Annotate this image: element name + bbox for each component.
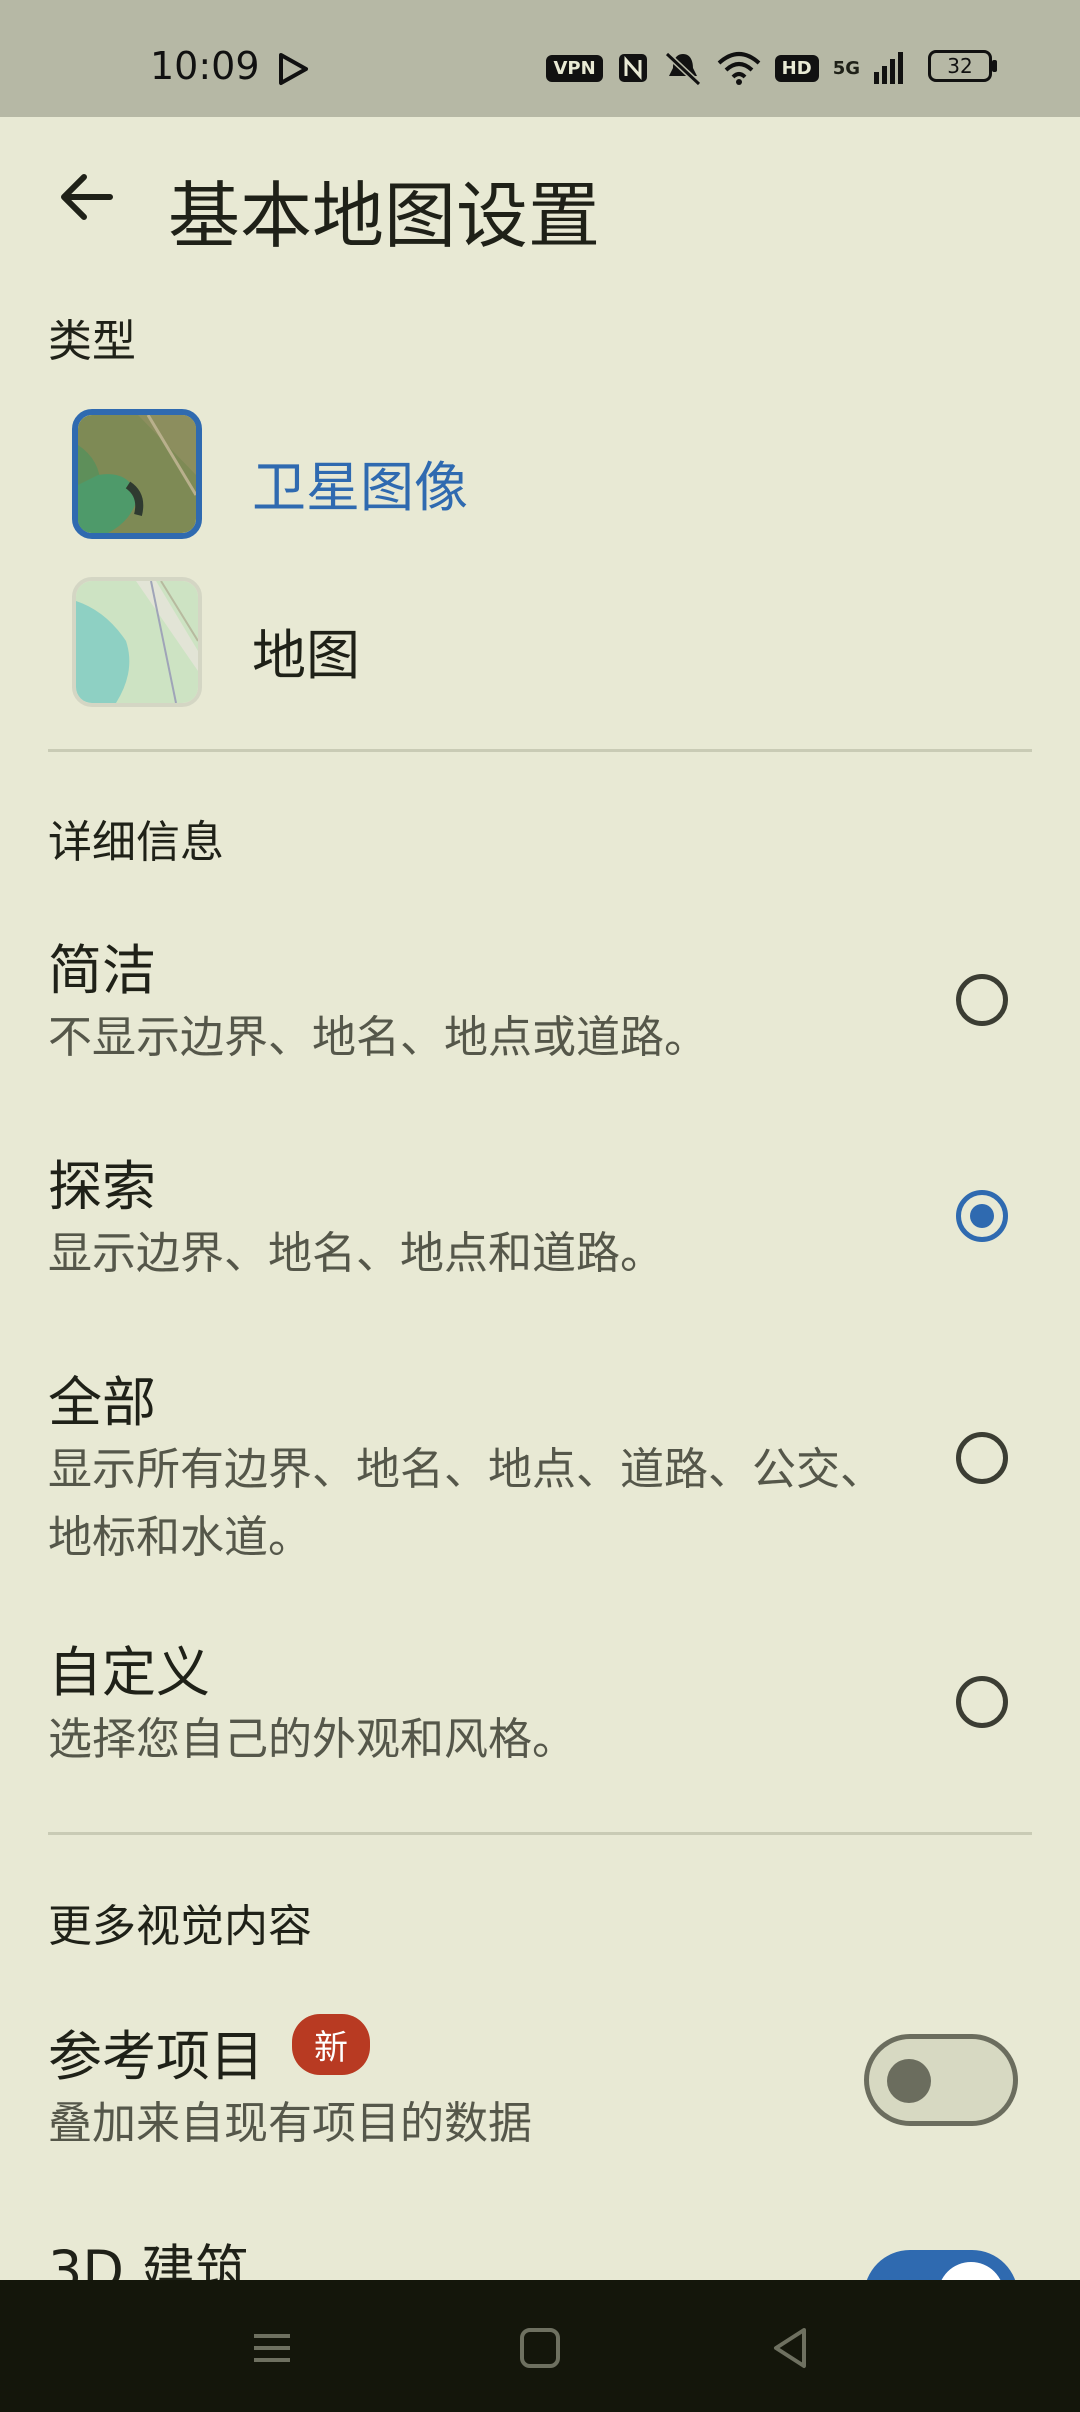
option-title: 探索	[48, 1155, 156, 1218]
home-icon[interactable]	[512, 2320, 568, 2376]
system-navigation-bar	[0, 2280, 1080, 2412]
option-description: 显示边界、地名、地点和道路。	[48, 1228, 664, 1279]
satellite-thumbnail	[72, 409, 202, 539]
menu-icon[interactable]	[244, 2320, 300, 2376]
option-description: 叠加来自现有项目的数据	[48, 2098, 532, 2149]
toggle-knob	[887, 2059, 931, 2103]
battery-level: 32	[947, 54, 973, 78]
page-title: 基本地图设置	[168, 174, 601, 258]
option-title: 参考项目	[48, 2025, 264, 2088]
battery-icon: 32	[928, 50, 997, 82]
signal-icon	[874, 52, 903, 84]
type-label-map: 地图	[252, 624, 360, 687]
type-section-heading: 类型	[48, 316, 136, 367]
option-title: 全部	[48, 1371, 156, 1434]
network-type: 5G	[832, 57, 860, 79]
type-option-satellite[interactable]: 卫星图像	[0, 409, 1080, 559]
map-thumbnail	[72, 577, 202, 707]
option-description: 选择您自己的外观和风格。	[48, 1714, 576, 1765]
back-triangle-icon[interactable]	[762, 2320, 818, 2376]
vpn-icon: VPN	[546, 54, 603, 82]
nfc-icon	[618, 54, 647, 82]
option-title: 自定义	[48, 1641, 210, 1704]
visual-option-reference-projects[interactable]: 参考项目 新 叠加来自现有项目的数据	[0, 2012, 1080, 2162]
divider	[48, 1832, 1032, 1835]
back-arrow-icon[interactable]	[48, 157, 128, 237]
detail-option-all[interactable]: 全部 显示所有边界、地名、地点、道路、公交、地标和水道。	[0, 1358, 1080, 1568]
radio-explore[interactable]	[956, 1190, 1008, 1242]
wifi-icon	[717, 52, 761, 85]
status-icons: VPN HD 5G	[546, 50, 904, 86]
status-time: 10:09	[150, 44, 260, 88]
detail-option-custom[interactable]: 自定义 选择您自己的外观和风格。	[0, 1628, 1080, 1778]
app-bar: 基本地图设置	[0, 117, 1080, 287]
radio-simple[interactable]	[956, 974, 1008, 1026]
option-title: 简洁	[48, 939, 156, 1002]
detail-option-explore[interactable]: 探索 显示边界、地名、地点和道路。	[0, 1142, 1080, 1292]
option-description: 显示所有边界、地名、地点、道路、公交、地标和水道。	[48, 1444, 884, 1563]
radio-all[interactable]	[956, 1432, 1008, 1484]
radio-custom[interactable]	[956, 1676, 1008, 1728]
type-label-satellite: 卫星图像	[252, 456, 468, 519]
reference-projects-toggle[interactable]	[864, 2034, 1018, 2126]
hd-icon: HD	[774, 54, 819, 82]
mute-icon	[664, 51, 701, 86]
detail-option-simple[interactable]: 简洁 不显示边界、地名、地点或道路。	[0, 926, 1080, 1076]
details-section-heading: 详细信息	[48, 817, 224, 868]
divider	[48, 749, 1032, 752]
status-bar: 10:09 VPN HD 5G 32	[0, 0, 1080, 117]
type-option-map[interactable]: 地图	[0, 577, 1080, 727]
option-description: 不显示边界、地名、地点或道路。	[48, 1012, 708, 1063]
visual-section-heading: 更多视觉内容	[48, 1901, 312, 1952]
new-badge: 新	[292, 2014, 370, 2075]
play-store-icon	[279, 53, 308, 85]
